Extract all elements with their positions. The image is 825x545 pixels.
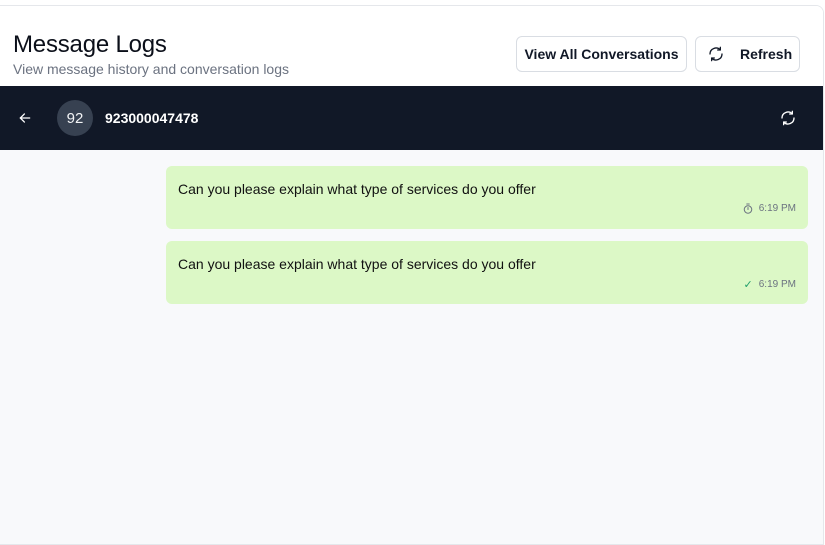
view-all-conversations-label: View All Conversations — [524, 46, 679, 62]
message-time: 6:19 PM — [758, 203, 796, 214]
page-header: Message Logs View message history and co… — [0, 6, 823, 86]
message-meta: 6:19 PM — [743, 203, 796, 214]
refresh-icon — [708, 46, 724, 62]
conversation-header: 92 923000047478 — [0, 86, 823, 150]
page-title: Message Logs — [13, 31, 167, 58]
page-subtitle: View message history and conversation lo… — [13, 61, 290, 77]
message-logs-panel: Message Logs View message history and co… — [0, 5, 824, 545]
view-all-conversations-button[interactable]: View All Conversations — [516, 36, 687, 72]
check-icon: ✓ — [743, 279, 753, 291]
refresh-label: Refresh — [740, 46, 793, 62]
refresh-button[interactable]: Refresh — [695, 36, 800, 72]
conversation-refresh-icon[interactable] — [779, 109, 797, 127]
message-text: Can you please explain what type of serv… — [178, 181, 536, 197]
message-time: 6:19 PM — [758, 279, 796, 290]
message-text: Can you please explain what type of serv… — [178, 256, 536, 272]
message-bubble: Can you please explain what type of serv… — [166, 241, 808, 304]
message-meta: ✓ 6:19 PM — [744, 278, 796, 291]
back-arrow-icon[interactable] — [16, 109, 34, 127]
message-list[interactable]: Can you please explain what type of serv… — [0, 150, 823, 544]
contact-number: 923000047478 — [105, 110, 199, 126]
avatar: 92 — [57, 100, 93, 136]
message-bubble: Can you please explain what type of serv… — [166, 166, 808, 229]
pending-clock-icon — [743, 203, 753, 214]
